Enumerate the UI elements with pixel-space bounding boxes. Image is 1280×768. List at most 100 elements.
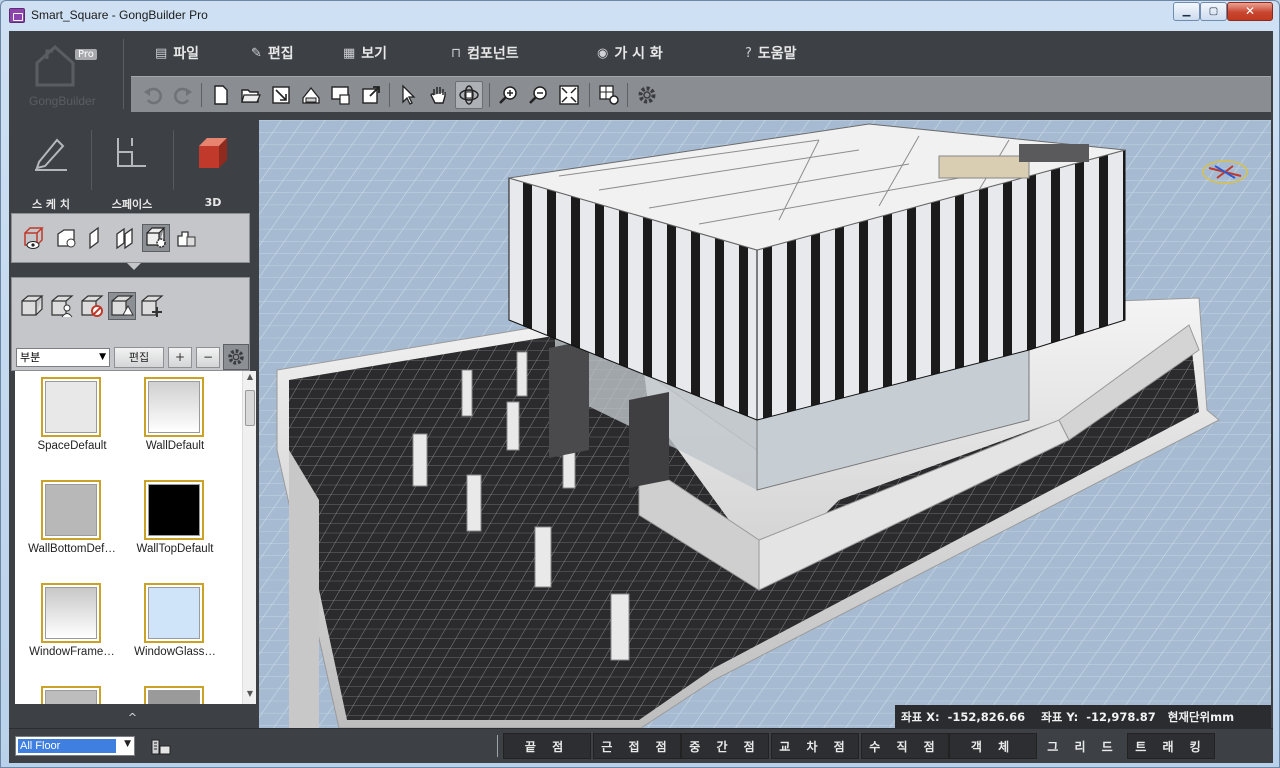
snap-toggle[interactable]: 교 차 점: [771, 733, 859, 759]
material-item[interactable]: SpaceDefault: [17, 375, 127, 475]
scroll-down-icon[interactable]: ▼: [243, 689, 257, 703]
toolbar-divider: [627, 83, 628, 107]
material-swatch: [144, 480, 204, 540]
material-remove-icon[interactable]: [78, 292, 106, 320]
material-box-icon[interactable]: [18, 292, 46, 320]
material-add-icon[interactable]: [138, 292, 166, 320]
collapse-panel-button[interactable]: ^: [9, 708, 256, 728]
3d-viewport[interactable]: 좌표 X: -152,826.66 좌표 Y: -12,978.87 현재단위m…: [259, 120, 1271, 728]
material-item[interactable]: [17, 684, 127, 704]
material-item[interactable]: WindowGlass…: [120, 581, 230, 681]
snap-toggle[interactable]: 근 접 점: [593, 733, 681, 759]
sketch-pencil-icon: [35, 138, 67, 171]
category-select[interactable]: 부분 ▼: [16, 348, 110, 367]
menu-component-label: 컴포넌트: [467, 46, 519, 62]
zoom-in-icon[interactable]: [495, 81, 523, 109]
material-pick-icon[interactable]: [108, 292, 136, 320]
material-settings-button[interactable]: [223, 344, 249, 370]
menu-file[interactable]: ▤ 파일: [155, 43, 199, 63]
coord-x-value: -152,826.66: [947, 709, 1026, 724]
menu-edit[interactable]: ✎ 편집: [251, 43, 294, 63]
coord-y-label: 좌표 Y:: [1041, 709, 1079, 724]
zoom-out-icon[interactable]: [525, 81, 553, 109]
material-swatch: [41, 583, 101, 643]
menu-visualize[interactable]: ◉ 가 시 화: [597, 43, 663, 63]
view-subtools: [11, 213, 250, 263]
eye-icon: ◉: [597, 45, 609, 61]
material-item[interactable]: [120, 684, 230, 704]
material-swatch-fill: [148, 690, 200, 704]
floor-manager-icon[interactable]: [149, 734, 173, 758]
floor-select[interactable]: All Floor ▼: [15, 736, 135, 756]
snap-toggle[interactable]: 끝 점: [503, 733, 591, 759]
pro-badge: Pro: [75, 49, 97, 60]
coord-y-value: -12,978.87: [1086, 709, 1156, 724]
snap-toggle[interactable]: 객 체: [949, 733, 1037, 759]
scroll-up-icon[interactable]: ▲: [243, 372, 257, 386]
snap-toggle[interactable]: 트 래 킹: [1127, 733, 1215, 759]
toolbar-divider: [389, 83, 390, 107]
material-name: WallBottomDef…: [28, 543, 116, 555]
scroll-thumb[interactable]: [245, 390, 255, 426]
menu-view[interactable]: ▦ 보기: [343, 43, 387, 63]
wall-panel-icon[interactable]: [82, 224, 110, 252]
menu-view-label: 보기: [361, 46, 388, 62]
building-3d-scene[interactable]: [259, 120, 1271, 728]
fit-view-icon[interactable]: [555, 81, 583, 109]
pan-hand-icon[interactable]: [425, 81, 453, 109]
new-file-icon[interactable]: [207, 81, 235, 109]
material-swatch-fill: [148, 381, 200, 433]
menu-bar: ▤ 파일 ✎ 편집 ▦ 보기 ⊓ 컴포넌트 ◉ 가 시 화 ? 도움말: [131, 37, 1271, 69]
redo-icon[interactable]: [169, 81, 197, 109]
material-item[interactable]: WallBottomDef…: [17, 478, 127, 578]
material-item[interactable]: WallDefault: [120, 375, 230, 475]
double-wall-icon[interactable]: [112, 224, 140, 252]
material-item[interactable]: WindowFrame…: [17, 581, 127, 681]
minimize-button[interactable]: ▁: [1173, 2, 1200, 21]
share-icon[interactable]: [357, 81, 385, 109]
edit-button[interactable]: 편집: [114, 347, 164, 368]
title-bar[interactable]: Smart_Square - GongBuilder Pro ▁ ▢ ✕: [1, 1, 1279, 31]
material-item[interactable]: WallTopDefault: [120, 478, 230, 578]
chevron-down-icon: ▼: [124, 739, 131, 749]
snap-toggle[interactable]: 중 간 점: [681, 733, 769, 759]
snap-toggle[interactable]: 수 직 점: [861, 733, 949, 759]
add-button[interactable]: +: [168, 347, 192, 368]
menu-help[interactable]: ? 도움말: [745, 43, 797, 63]
orbit-icon[interactable]: [455, 81, 483, 109]
open-folder-icon[interactable]: [237, 81, 265, 109]
layer-view-icon[interactable]: [172, 224, 200, 252]
snap-toggle[interactable]: 그 리 드: [1039, 733, 1127, 759]
tab-3d[interactable]: 3D: [173, 126, 253, 210]
render-settings-icon[interactable]: [595, 81, 623, 109]
material-name: WallDefault: [145, 440, 205, 452]
menu-help-label: 도움말: [757, 46, 797, 62]
tab-space[interactable]: 스페이스: [92, 126, 172, 211]
material-swatch: [144, 377, 204, 437]
toolbar-divider: [589, 83, 590, 107]
undo-icon[interactable]: [139, 81, 167, 109]
save-icon[interactable]: [297, 81, 325, 109]
settings-gear-icon[interactable]: [633, 81, 661, 109]
material-swatch-fill: [148, 484, 200, 536]
material-user-icon[interactable]: [48, 292, 76, 320]
category-select-value: 부분: [20, 351, 41, 364]
window-title: Smart_Square - GongBuilder Pro: [31, 8, 208, 22]
import-icon[interactable]: [267, 81, 295, 109]
remove-button[interactable]: −: [196, 347, 220, 368]
close-button[interactable]: ✕: [1227, 2, 1273, 21]
material-list-scrollbar[interactable]: ▲ ▼: [242, 371, 256, 704]
chevron-down-icon: ▼: [99, 352, 106, 362]
left-panel: 스 케 치 스페이스 3D 부분 ▼ 편집 + − SpaceDefault W…: [9, 120, 256, 728]
menu-component[interactable]: ⊓ 컴포넌트: [451, 43, 519, 63]
maximize-button[interactable]: ▢: [1200, 2, 1227, 21]
camera-add-icon[interactable]: [52, 224, 80, 252]
material-settings-icon[interactable]: [142, 224, 170, 252]
floor-select-value: All Floor: [18, 739, 116, 753]
select-arrow-icon[interactable]: [395, 81, 423, 109]
tab-sketch[interactable]: 스 케 치: [11, 126, 91, 211]
view-3d-icon[interactable]: [20, 224, 48, 252]
material-swatch: [41, 377, 101, 437]
material-name: SpaceDefault: [37, 440, 107, 452]
export-icon[interactable]: [327, 81, 355, 109]
